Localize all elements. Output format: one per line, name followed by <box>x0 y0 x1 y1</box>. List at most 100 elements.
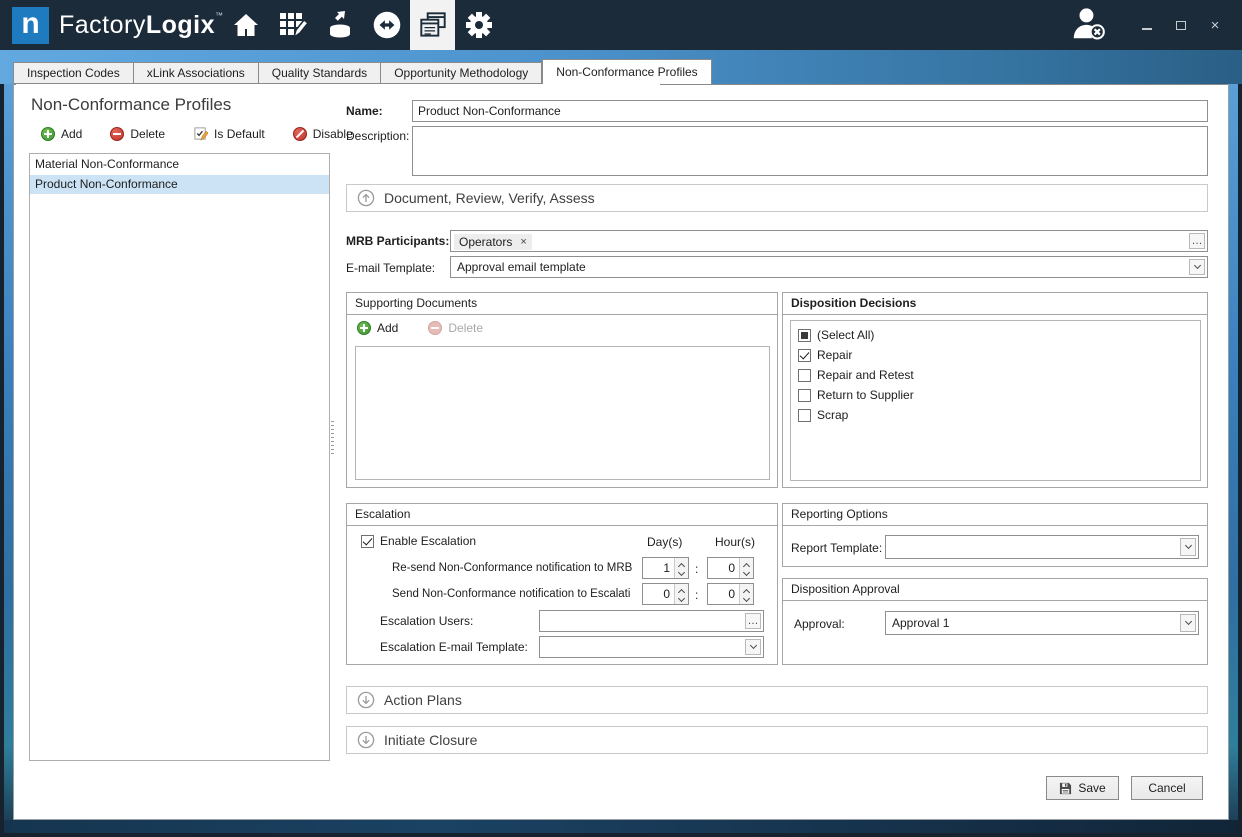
checkbox[interactable] <box>798 369 811 382</box>
mrb-tag-operators: Operators × <box>454 234 532 250</box>
approval-dropdown[interactable]: Approval 1 <box>885 611 1199 635</box>
option-repair-and-retest[interactable]: Repair and Retest <box>798 368 914 382</box>
email-template-label: E-mail Template: <box>346 261 435 275</box>
option-return-to-supplier[interactable]: Return to Supplier <box>798 388 914 402</box>
spinner-buttons[interactable] <box>674 584 688 604</box>
chevron-down-icon[interactable] <box>1189 259 1205 275</box>
mrb-participants-field[interactable]: Operators × … <box>450 230 1208 252</box>
days-column-label: Day(s) <box>647 535 682 549</box>
mrb-participants-label: MRB Participants: <box>346 234 449 248</box>
page-title: Non-Conformance Profiles <box>31 95 231 115</box>
escalation-panel: Escalation Enable Escalation Day(s) Hour… <box>346 503 778 665</box>
logout-user-icon[interactable] <box>1070 5 1108 46</box>
save-button[interactable]: Save <box>1046 776 1119 800</box>
enable-escalation-checkbox[interactable]: Enable Escalation <box>361 534 476 548</box>
cancel-button[interactable]: Cancel <box>1131 776 1203 800</box>
tab-strip: Inspection Codes xLink Associations Qual… <box>13 59 712 84</box>
content-area: Non-Conformance Profiles Add Delete Is D… <box>13 84 1229 820</box>
description-input[interactable] <box>412 126 1208 176</box>
delete-icon <box>110 127 124 141</box>
documents-list[interactable] <box>355 346 770 480</box>
option-select-all[interactable]: (Select All) <box>798 328 874 342</box>
chevron-down-icon[interactable] <box>1180 538 1196 556</box>
supporting-documents-panel: Supporting Documents Add Delete <box>346 292 778 488</box>
option-repair[interactable]: Repair <box>798 348 852 362</box>
tab-inspection-codes[interactable]: Inspection Codes <box>13 62 134 84</box>
remove-tag-icon[interactable]: × <box>520 236 526 248</box>
report-template-dropdown[interactable] <box>885 535 1199 559</box>
close-button[interactable]: × <box>1206 16 1224 34</box>
tab-opportunity-methodology[interactable]: Opportunity Methodology <box>381 62 542 84</box>
disposition-list: (Select All) Repair Repair and Retest Re… <box>790 320 1201 481</box>
reporting-options-title: Reporting Options <box>783 504 1207 526</box>
disposition-approval-title: Disposition Approval <box>783 579 1207 601</box>
section-initiate-closure[interactable]: Initiate Closure <box>346 726 1208 754</box>
maximize-button[interactable] <box>1172 16 1190 34</box>
disposition-decisions-title: Disposition Decisions <box>783 293 1207 315</box>
disposition-decisions-panel: Disposition Decisions (Select All) Repai… <box>782 292 1208 488</box>
disable-icon <box>293 127 307 141</box>
frame-top-strip: Inspection Codes xLink Associations Qual… <box>0 50 1242 84</box>
time-separator: : <box>695 562 698 576</box>
users-browse-button[interactable]: … <box>745 613 761 629</box>
frame-bottom-bar <box>4 820 1238 833</box>
is-default-button[interactable]: Is Default <box>193 126 265 141</box>
option-scrap[interactable]: Scrap <box>798 408 848 422</box>
save-floppy-icon <box>1059 782 1072 795</box>
checkbox[interactable] <box>798 329 811 342</box>
mrb-browse-button[interactable]: … <box>1189 233 1205 249</box>
expand-down-icon <box>357 691 375 709</box>
checkbox[interactable] <box>798 349 811 362</box>
section-document-review-verify-assess[interactable]: Document, Review, Verify, Assess <box>346 184 1208 212</box>
disable-profile-button[interactable]: Disable <box>293 126 353 141</box>
transfer-icon[interactable] <box>363 0 410 50</box>
report-template-label: Report Template: <box>791 541 882 555</box>
escalation-email-template-dropdown[interactable] <box>539 636 764 658</box>
tab-non-conformance-profiles[interactable]: Non-Conformance Profiles <box>542 59 711 84</box>
resend-mrb-label: Re-send Non-Conformance notification to … <box>392 562 642 574</box>
disposition-approval-panel: Disposition Approval Approval: Approval … <box>782 578 1208 665</box>
tab-xlink-associations[interactable]: xLink Associations <box>134 62 259 84</box>
panel-splitter[interactable] <box>331 421 334 457</box>
home-icon[interactable] <box>222 0 269 50</box>
settings-gear-icon[interactable] <box>455 0 502 50</box>
production-definitions-icon[interactable] <box>269 0 316 50</box>
list-item-product-non-conformance[interactable]: Product Non-Conformance <box>30 175 329 194</box>
frame-left-strip <box>4 84 13 820</box>
add-document-button[interactable]: Add <box>357 321 398 335</box>
section-action-plans[interactable]: Action Plans <box>346 686 1208 714</box>
escalation-users-field[interactable]: … <box>539 610 764 632</box>
minimize-button[interactable] <box>1138 16 1156 34</box>
checkbox[interactable] <box>798 409 811 422</box>
name-label: Name: <box>346 104 383 118</box>
delete-profile-button[interactable]: Delete <box>110 126 165 141</box>
delete-document-button[interactable]: Delete <box>428 321 483 335</box>
chevron-down-icon[interactable] <box>745 639 761 655</box>
brand-text: FactoryLogix™ <box>59 11 224 40</box>
checkbox[interactable] <box>361 535 374 548</box>
reporting-options-panel: Reporting Options Report Template: <box>782 503 1208 567</box>
supporting-documents-title: Supporting Documents <box>347 293 777 315</box>
escalation-email-template-label: Escalation E-mail Template: <box>380 640 528 654</box>
profiles-list: Material Non-Conformance Product Non-Con… <box>29 153 330 761</box>
nonconformance-module-icon[interactable] <box>410 0 455 50</box>
is-default-icon <box>193 126 208 141</box>
send-days-spinner[interactable]: 0 <box>642 583 689 605</box>
spinner-buttons[interactable] <box>674 558 688 578</box>
list-item-material-non-conformance[interactable]: Material Non-Conformance <box>30 155 329 174</box>
tab-quality-standards[interactable]: Quality Standards <box>259 62 381 84</box>
resend-days-spinner[interactable]: 1 <box>642 557 689 579</box>
titlebar: n FactoryLogix™ <box>0 0 1242 50</box>
chevron-down-icon[interactable] <box>1180 614 1196 632</box>
add-profile-button[interactable]: Add <box>41 126 82 141</box>
checkbox[interactable] <box>798 389 811 402</box>
spinner-buttons[interactable] <box>739 558 753 578</box>
materials-icon[interactable] <box>316 0 363 50</box>
resend-hours-spinner[interactable]: 0 <box>707 557 754 579</box>
spinner-buttons[interactable] <box>739 584 753 604</box>
main-nav <box>222 0 502 50</box>
expand-down-icon <box>357 731 375 749</box>
send-hours-spinner[interactable]: 0 <box>707 583 754 605</box>
email-template-dropdown[interactable]: Approval email template <box>450 256 1208 278</box>
name-input[interactable]: Product Non-Conformance <box>412 100 1208 122</box>
